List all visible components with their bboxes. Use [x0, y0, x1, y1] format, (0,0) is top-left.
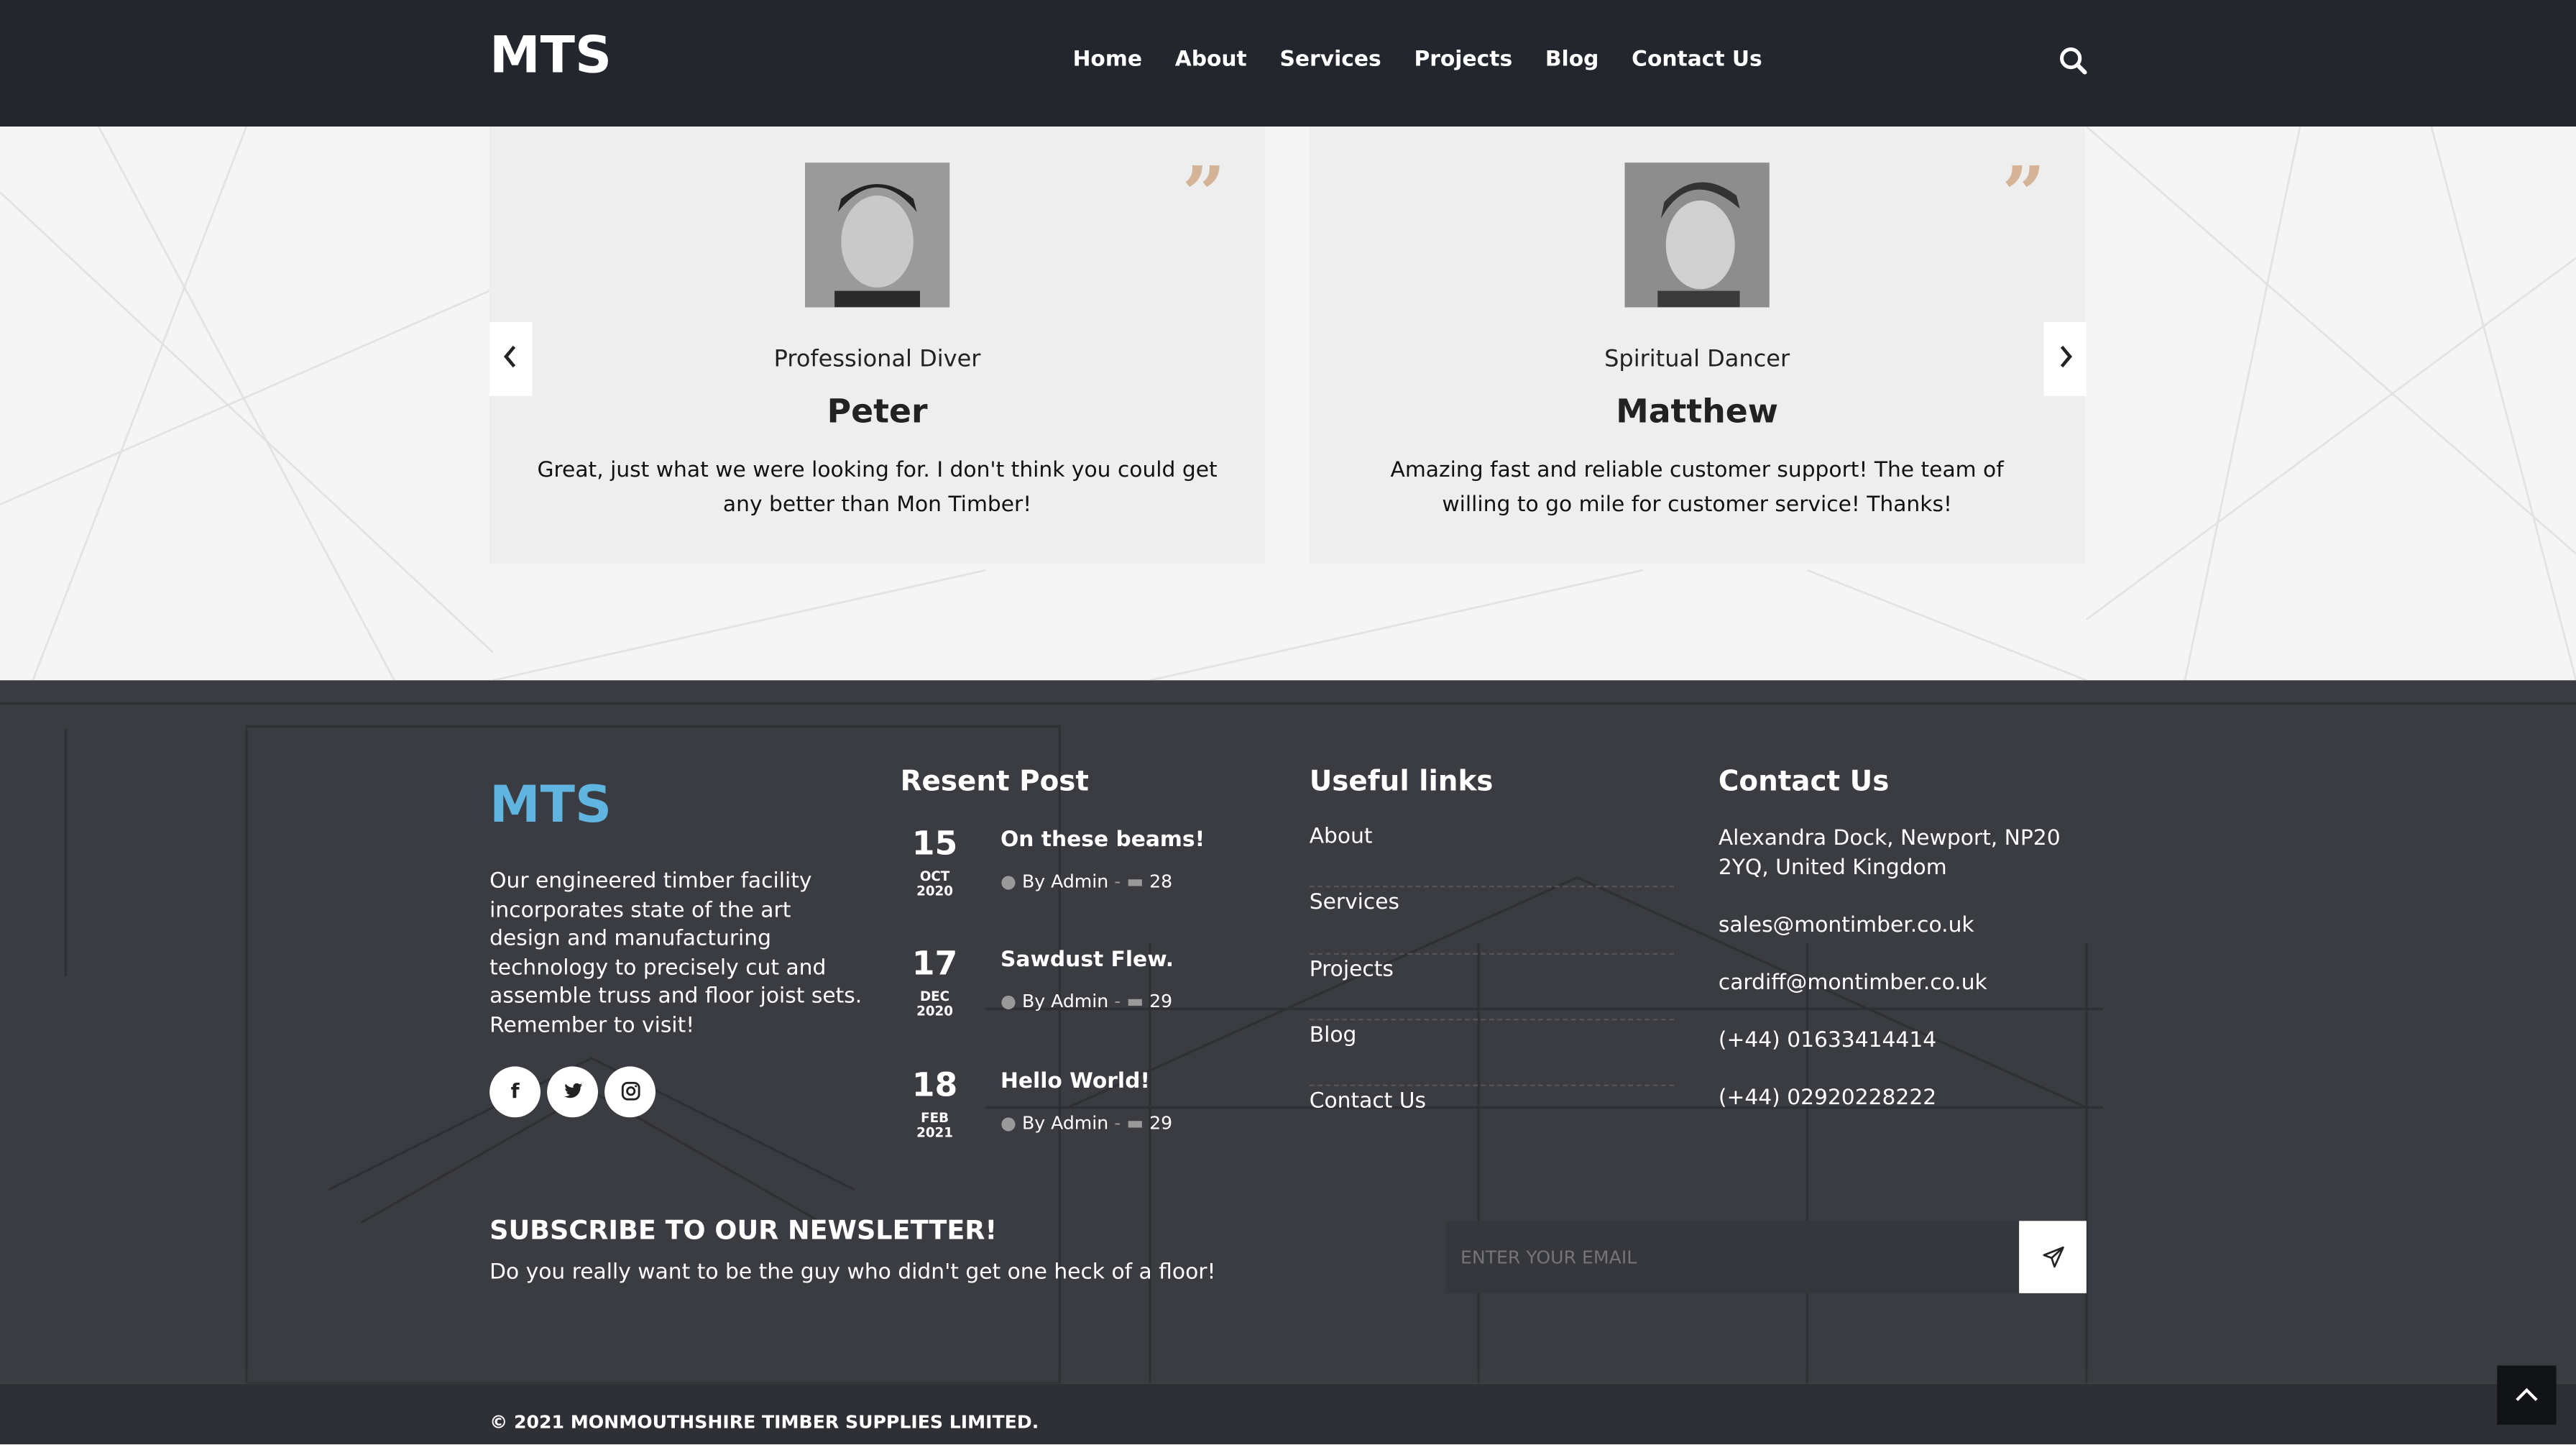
contact-phone-2[interactable]: (+44) 02920228222 [1719, 1083, 2093, 1112]
nav-about[interactable]: About [1159, 46, 1264, 75]
avatar [1624, 162, 1770, 308]
post-author: By Admin [1021, 871, 1109, 893]
footer-link-blog[interactable]: Blog [1309, 1020, 1675, 1087]
post-comments: 29 [1149, 991, 1173, 1012]
recent-posts-heading: Resent Post [900, 766, 1089, 799]
useful-links-heading: Useful links [1309, 766, 1494, 799]
nav-contact-us[interactable]: Contact Us [1615, 46, 1778, 75]
post-title[interactable]: Sawdust Flew. [1000, 948, 1174, 973]
footer-link-services[interactable]: Services [1309, 888, 1675, 955]
nav-blog[interactable]: Blog [1529, 46, 1615, 75]
footer-link-contact-us[interactable]: Contact Us [1310, 1086, 1674, 1152]
post-month: OCT 2020 [916, 869, 953, 899]
instagram-icon[interactable] [604, 1066, 656, 1118]
newsletter-submit-button[interactable] [2019, 1221, 2087, 1293]
footer-about-text: Our engineered timber facility incorpora… [489, 869, 862, 1038]
site-logo[interactable]: MTS [489, 27, 612, 86]
post-month: DEC 2020 [916, 988, 953, 1019]
contact-list: Alexandra Dock, Newport, NP20 2YQ, Unite… [1719, 825, 2093, 1141]
post-month: FEB 2021 [916, 1111, 953, 1141]
post-comments: 29 [1149, 1112, 1173, 1134]
user-icon: ● [1000, 991, 1016, 1012]
contact-email-sales[interactable]: sales@montimber.co.uk [1719, 911, 2093, 940]
user-icon: ● [1000, 871, 1016, 893]
testimonial-card: ” Spiritual Dancer Matthew Amazing fast … [1309, 126, 2085, 564]
post-day: 15 [911, 823, 958, 863]
nav-projects[interactable]: Projects [1398, 46, 1529, 75]
recent-post[interactable]: 15 OCT 2020 On these beams! ● By Admin -… [901, 825, 1262, 923]
testimonial-card: ” Professional Diver Peter Great, just w… [489, 126, 1265, 564]
facebook-icon[interactable]: f [489, 1066, 540, 1118]
separator: - [1114, 871, 1127, 893]
social-links: f [489, 1066, 656, 1118]
copyright-text: © 2021 MONMOUTHSHIRE TIMBER SUPPLIES LIM… [489, 1411, 1039, 1433]
scroll-to-top-button[interactable] [2497, 1365, 2557, 1425]
post-author: By Admin [1021, 991, 1109, 1012]
separator: - [1114, 991, 1127, 1012]
post-title[interactable]: On these beams! [1000, 828, 1205, 853]
send-icon [2042, 1246, 2064, 1268]
useful-links-list: About Services Projects Blog Contact Us [1309, 822, 1675, 1153]
top-navbar: MTS Home About Services Projects Blog Co… [0, 0, 2576, 127]
contact-phone-1[interactable]: (+44) 01633414414 [1719, 1026, 2093, 1055]
nav-services[interactable]: Services [1264, 46, 1398, 75]
footer-link-about[interactable]: About [1309, 822, 1675, 888]
footer-link-projects[interactable]: Projects [1309, 954, 1675, 1021]
footer-background-drawing [0, 702, 2576, 1384]
main-nav: Home About Services Projects Blog Contac… [1057, 46, 1779, 75]
post-meta: ● By Admin - ▬ 28 [1000, 871, 1172, 892]
newsletter-title: SUBSCRIBE TO OUR NEWSLETTER! [489, 1214, 998, 1246]
comment-icon: ▬ [1126, 1112, 1144, 1134]
contact-address: Alexandra Dock, Newport, NP20 2YQ, Unite… [1718, 826, 2061, 880]
quote-icon: ” [1182, 149, 1226, 239]
carousel-prev-button[interactable] [489, 321, 533, 396]
footer-logo[interactable]: MTS [489, 776, 612, 835]
post-day: 18 [911, 1065, 958, 1104]
post-day: 17 [911, 942, 958, 983]
chevron-right-icon [2060, 345, 2072, 368]
nav-home[interactable]: Home [1057, 46, 1159, 75]
user-icon: ● [1000, 1112, 1016, 1134]
copyright-bar: © 2021 MONMOUTHSHIRE TIMBER SUPPLIES LIM… [0, 1383, 2576, 1445]
search-icon[interactable] [2057, 45, 2090, 78]
post-author: By Admin [1021, 1112, 1109, 1134]
avatar [804, 162, 950, 308]
chevron-left-icon [504, 345, 516, 368]
post-meta: ● By Admin - ▬ 29 [1000, 991, 1172, 1012]
newsletter-email-input[interactable] [1445, 1221, 2021, 1293]
site-footer: MTS Our engineered timber facility incor… [0, 680, 2576, 1384]
testimonial-section [0, 126, 2576, 681]
chevron-up-icon [2516, 1387, 2538, 1401]
post-title[interactable]: Hello World! [1000, 1070, 1150, 1094]
testimonial-role: Professional Diver [773, 347, 981, 373]
testimonial-name: Peter [827, 390, 928, 431]
post-comments: 28 [1149, 871, 1173, 893]
contact-heading: Contact Us [1718, 766, 1890, 799]
carousel-next-button[interactable] [2043, 321, 2087, 396]
twitter-icon[interactable] [547, 1066, 598, 1118]
testimonial-role: Spiritual Dancer [1604, 347, 1790, 373]
recent-post[interactable]: 18 FEB 2021 Hello World! ● By Admin - ▬ … [901, 1066, 1262, 1165]
background-pattern [0, 126, 2576, 681]
quote-icon: ” [2002, 149, 2046, 239]
newsletter-subtitle: Do you really want to be the guy who did… [489, 1260, 1216, 1285]
testimonial-name: Matthew [1616, 390, 1779, 431]
contact-email-cardiff[interactable]: cardiff@montimber.co.uk [1719, 968, 2093, 997]
post-meta: ● By Admin - ▬ 29 [1000, 1112, 1172, 1134]
separator: - [1114, 1112, 1127, 1134]
recent-post[interactable]: 17 DEC 2020 Sawdust Flew. ● By Admin - ▬… [901, 945, 1262, 1043]
testimonial-text: Great, just what we were looking for. I … [537, 458, 1218, 518]
comment-icon: ▬ [1126, 871, 1144, 893]
comment-icon: ▬ [1126, 991, 1144, 1012]
testimonial-text: Amazing fast and reliable customer suppo… [1390, 458, 2004, 518]
